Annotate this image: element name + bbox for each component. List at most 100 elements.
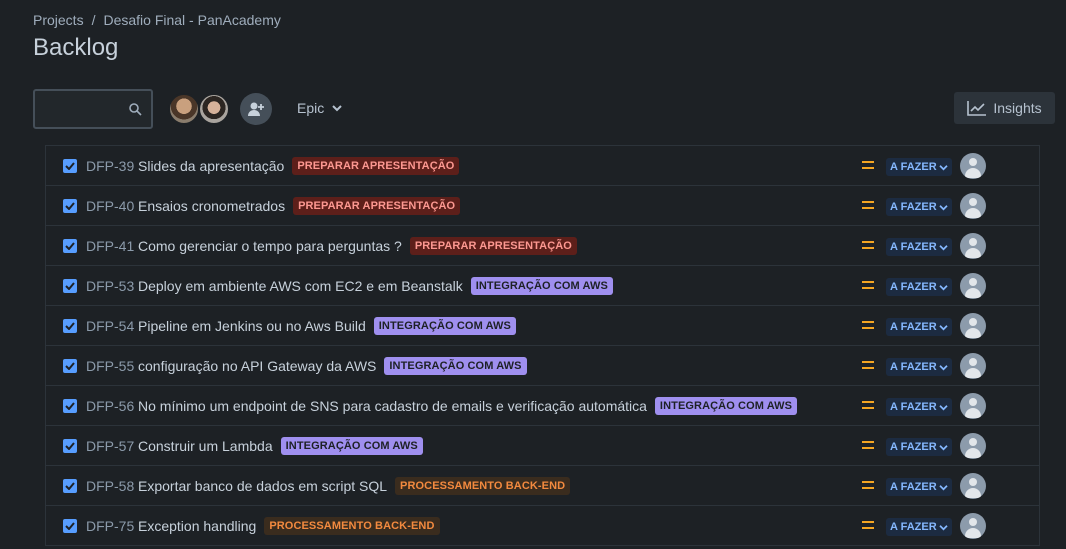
unassigned-avatar-icon[interactable]	[960, 273, 986, 299]
issue-summary: Ensaios cronometrados PREPARAR APRESENTAÇ…	[138, 196, 461, 215]
breadcrumb-projects-link[interactable]: Projects	[33, 12, 84, 28]
issue-row[interactable]: DFP-54 Pipeline em Jenkins ou no Aws Buil…	[46, 306, 1039, 346]
status-dropdown[interactable]: A FAZER	[886, 158, 952, 176]
add-people-button[interactable]	[240, 93, 272, 125]
issue-key[interactable]: DFP-54	[86, 318, 134, 334]
chevron-down-icon	[939, 364, 948, 370]
status-label: A FAZER	[890, 201, 937, 213]
priority-medium-icon	[862, 281, 874, 291]
epic-lozenge[interactable]: PROCESSAMENTO BACK-END	[395, 476, 571, 495]
issue-row[interactable]: DFP-56 No mínimo um endpoint de SNS para …	[46, 386, 1039, 426]
status-dropdown[interactable]: A FAZER	[886, 318, 952, 336]
status-dropdown[interactable]: A FAZER	[886, 198, 952, 216]
issue-key[interactable]: DFP-55	[86, 358, 134, 374]
epic-lozenge[interactable]: INTEGRAÇÃO COM AWS	[373, 316, 516, 335]
issue-summary: No mínimo um endpoint de SNS para cadast…	[138, 396, 798, 415]
status-label: A FAZER	[890, 441, 937, 453]
chevron-down-icon	[939, 484, 948, 490]
search-input[interactable]	[33, 89, 153, 129]
issue-row[interactable]: DFP-41 Como gerenciar o tempo para pergun…	[46, 226, 1039, 266]
epic-lozenge[interactable]: INTEGRAÇÃO COM AWS	[470, 276, 613, 295]
unassigned-avatar-icon[interactable]	[960, 473, 986, 499]
priority-medium-icon	[862, 521, 874, 531]
epic-lozenge[interactable]: INTEGRAÇÃO COM AWS	[280, 436, 423, 455]
issue-type-checkbox-icon	[63, 319, 77, 333]
insights-label: Insights	[993, 100, 1042, 116]
toolbar: Epic Insights	[33, 89, 1055, 129]
status-label: A FAZER	[890, 481, 937, 493]
issue-row[interactable]: DFP-75 Exception handling PROCESSAMENTO BA…	[46, 506, 1039, 546]
issue-summary-text: Exportar banco de dados em script SQL	[138, 477, 388, 494]
issue-summary-text: Exception handling	[138, 517, 257, 534]
issue-key[interactable]: DFP-40	[86, 198, 134, 214]
chevron-down-icon	[939, 444, 948, 450]
epic-lozenge[interactable]: INTEGRAÇÃO COM AWS	[384, 356, 527, 375]
issue-summary: Deploy em ambiente AWS com EC2 e em Bean…	[138, 276, 613, 295]
status-dropdown[interactable]: A FAZER	[886, 438, 952, 456]
unassigned-avatar-icon[interactable]	[960, 153, 986, 179]
issue-key[interactable]: DFP-57	[86, 438, 134, 454]
status-dropdown[interactable]: A FAZER	[886, 478, 952, 496]
status-dropdown[interactable]: A FAZER	[886, 398, 952, 416]
avatar[interactable]	[168, 93, 200, 125]
unassigned-avatar-icon[interactable]	[960, 233, 986, 259]
epic-lozenge[interactable]: INTEGRAÇÃO COM AWS	[654, 396, 798, 415]
issue-summary-text: No mínimo um endpoint de SNS para cadast…	[138, 397, 647, 414]
issue-key[interactable]: DFP-41	[86, 238, 134, 254]
issue-type-checkbox-icon	[63, 439, 77, 453]
issue-row[interactable]: DFP-57 Construir um Lambda INTEGRAÇÃO COM …	[46, 426, 1039, 466]
status-dropdown[interactable]: A FAZER	[886, 238, 952, 256]
search-icon	[129, 103, 142, 116]
issue-key[interactable]: DFP-56	[86, 398, 134, 414]
issue-row[interactable]: DFP-53 Deploy em ambiente AWS com EC2 e e…	[46, 266, 1039, 306]
issue-summary: Construir um Lambda INTEGRAÇÃO COM AWS	[138, 436, 423, 455]
epic-lozenge[interactable]: PREPARAR APRESENTAÇÃO	[293, 196, 461, 215]
status-label: A FAZER	[890, 401, 937, 413]
status-label: A FAZER	[890, 321, 937, 333]
status-dropdown[interactable]: A FAZER	[886, 358, 952, 376]
epic-lozenge[interactable]: PREPARAR APRESENTAÇÃO	[409, 236, 577, 255]
issue-type-checkbox-icon	[63, 399, 77, 413]
chevron-down-icon	[939, 164, 948, 170]
insights-button[interactable]: Insights	[954, 92, 1055, 124]
page-title: Backlog	[33, 34, 119, 61]
issue-key[interactable]: DFP-39	[86, 158, 134, 174]
chevron-down-icon	[939, 204, 948, 210]
avatar[interactable]	[198, 93, 230, 125]
status-label: A FAZER	[890, 161, 937, 173]
chart-line-icon	[967, 101, 987, 116]
chevron-down-icon	[332, 105, 342, 112]
issue-row[interactable]: DFP-58 Exportar banco de dados em script …	[46, 466, 1039, 506]
issue-summary: Como gerenciar o tempo para perguntas ? P…	[138, 236, 577, 255]
epic-filter-dropdown[interactable]: Epic	[297, 100, 342, 116]
unassigned-avatar-icon[interactable]	[960, 193, 986, 219]
status-dropdown[interactable]: A FAZER	[886, 518, 952, 536]
issue-summary-text: Como gerenciar o tempo para perguntas ?	[138, 237, 402, 254]
epic-lozenge[interactable]: PROCESSAMENTO BACK-END	[264, 516, 440, 535]
issue-summary-text: Ensaios cronometrados	[138, 197, 286, 214]
issue-type-checkbox-icon	[63, 479, 77, 493]
issue-row[interactable]: DFP-40 Ensaios cronometrados PREPARAR APRE…	[46, 186, 1039, 226]
priority-medium-icon	[862, 161, 874, 171]
issue-key[interactable]: DFP-53	[86, 278, 134, 294]
chevron-down-icon	[939, 524, 948, 530]
status-dropdown[interactable]: A FAZER	[886, 278, 952, 296]
unassigned-avatar-icon[interactable]	[960, 433, 986, 459]
unassigned-avatar-icon[interactable]	[960, 513, 986, 539]
chevron-down-icon	[939, 404, 948, 410]
priority-medium-icon	[862, 361, 874, 371]
unassigned-avatar-icon[interactable]	[960, 313, 986, 339]
issue-key[interactable]: DFP-75	[86, 518, 134, 534]
unassigned-avatar-icon[interactable]	[960, 353, 986, 379]
issue-row[interactable]: DFP-39 Slides da apresentação PREPARAR APR…	[46, 146, 1039, 186]
issue-key[interactable]: DFP-58	[86, 478, 134, 494]
issue-row[interactable]: DFP-55 configuração no API Gateway da AWS…	[46, 346, 1039, 386]
status-label: A FAZER	[890, 361, 937, 373]
epic-lozenge[interactable]: PREPARAR APRESENTAÇÃO	[292, 156, 460, 175]
breadcrumb-project-link[interactable]: Desafio Final - PanAcademy	[103, 12, 280, 28]
issue-summary: Slides da apresentação PREPARAR APRESENTA…	[138, 156, 460, 175]
add-user-icon	[248, 102, 264, 116]
unassigned-avatar-icon[interactable]	[960, 393, 986, 419]
chevron-down-icon	[939, 284, 948, 290]
priority-medium-icon	[862, 241, 874, 251]
